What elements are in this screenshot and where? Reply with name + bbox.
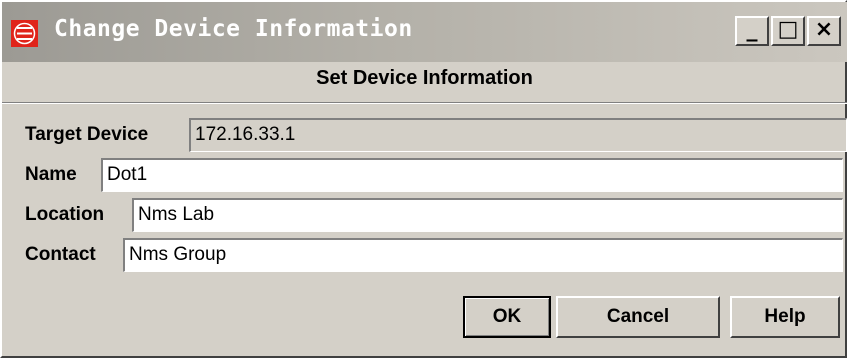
- ok-button[interactable]: OK: [463, 296, 551, 338]
- name-label: Name: [25, 164, 77, 185]
- target-device-value: 172.16.33.1: [189, 118, 847, 152]
- app-logo-icon: [11, 20, 38, 47]
- cancel-button[interactable]: Cancel: [556, 296, 720, 338]
- location-field[interactable]: Nms Lab: [132, 198, 843, 232]
- window-title: Change Device Information: [54, 16, 413, 42]
- close-button[interactable]: ×: [807, 16, 841, 46]
- contact-field[interactable]: Nms Group: [123, 238, 843, 272]
- minimize-button[interactable]: _: [735, 16, 769, 46]
- location-label: Location: [25, 204, 105, 225]
- maximize-icon: □: [777, 17, 799, 42]
- title-bar[interactable]: Change Device Information _ □ ×: [2, 2, 847, 62]
- contact-label: Contact: [25, 244, 96, 265]
- heading-separator: [2, 102, 847, 104]
- close-icon: ×: [814, 17, 834, 42]
- name-field[interactable]: Dot1: [101, 158, 843, 192]
- dialog-heading: Set Device Information: [316, 67, 533, 89]
- help-button[interactable]: Help: [730, 296, 840, 338]
- maximize-button[interactable]: □: [771, 16, 805, 46]
- dialog-window: Change Device Information _ □ × Set Devi…: [0, 0, 847, 358]
- minimize-icon: _: [746, 17, 758, 42]
- target-device-label: Target Device: [25, 124, 149, 145]
